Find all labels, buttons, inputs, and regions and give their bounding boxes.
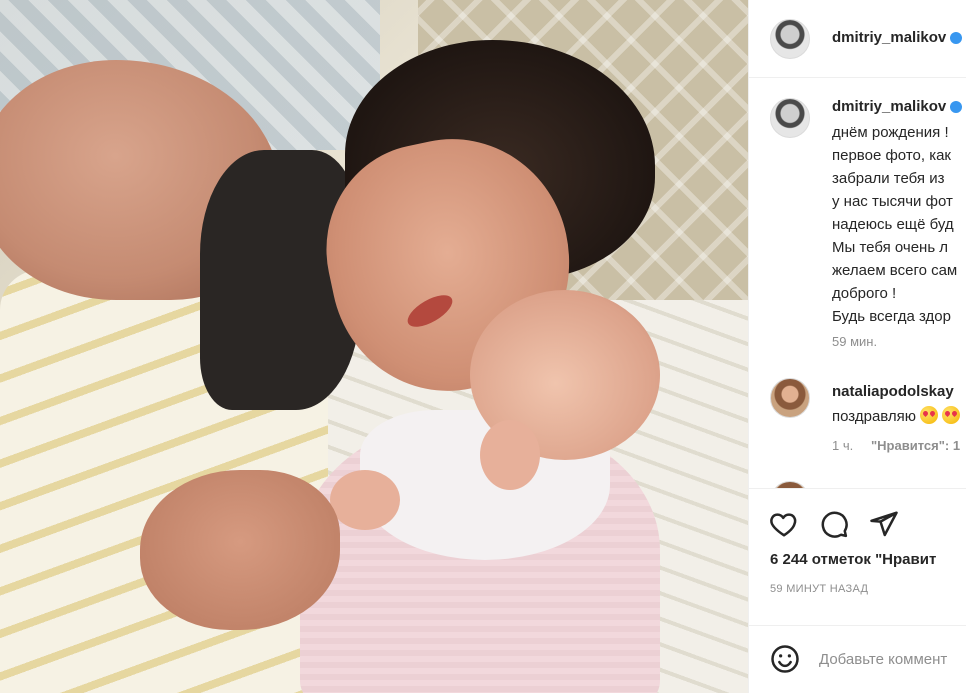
post-header: dmitriy_malikov: [749, 0, 966, 78]
author-username-text[interactable]: dmitriy_malikov: [832, 29, 946, 46]
heart-eyes-emoji-icon: [942, 406, 961, 424]
comment-text: поздравляю: [832, 406, 961, 425]
comment-input[interactable]: [819, 648, 966, 670]
caption-line: днём рождения !: [832, 124, 949, 141]
post-photo[interactable]: [0, 0, 748, 693]
likes-count[interactable]: 6 244 отметок "Нравит: [770, 551, 936, 568]
caption-line: Будь всегда здор: [832, 308, 951, 325]
author-username[interactable]: dmitriy_malikov: [832, 29, 963, 46]
caption-line: у нас тысячи фот: [832, 193, 953, 210]
caption-verified-badge-icon: [950, 101, 963, 114]
baby-fist-left: [330, 470, 400, 530]
caption-author-avatar[interactable]: [770, 98, 810, 138]
post-side-panel: dmitriy_malikov dmitriy_malikov днём рож…: [748, 0, 966, 693]
next-commenter-avatar[interactable]: [770, 481, 810, 488]
post-actions: 6 244 отметок "Нравит 59 МИНУТ НАЗАД: [749, 488, 966, 613]
comment-time[interactable]: 1 ч.: [832, 438, 853, 453]
caption-time[interactable]: 59 мин.: [832, 334, 877, 349]
author-avatar[interactable]: [770, 19, 810, 59]
commenter-username[interactable]: nataliapodolskay: [832, 383, 954, 400]
emoji-picker-icon[interactable]: [770, 644, 800, 674]
comment-bubble-icon[interactable]: [819, 509, 849, 539]
caption-author-text[interactable]: dmitriy_malikov: [832, 98, 946, 115]
caption-line: желаем всего сам: [832, 262, 958, 279]
comment-likes[interactable]: "Нравится": 1: [871, 438, 960, 453]
baby-fist: [480, 420, 540, 490]
caption-line: надеюсь ещё буд: [832, 216, 954, 233]
heart-eyes-emoji-icon: [920, 406, 939, 424]
verified-badge-icon: [950, 32, 963, 45]
caption-line: первое фото, как: [832, 147, 951, 164]
comment-text-content: поздравляю: [832, 408, 917, 425]
caption-line: Мы тебя очень л: [832, 239, 949, 256]
add-comment-bar: [749, 625, 966, 693]
share-send-icon[interactable]: [869, 509, 899, 539]
caption-author[interactable]: dmitriy_malikov: [832, 98, 963, 115]
like-heart-icon[interactable]: [769, 509, 799, 539]
commenter-avatar[interactable]: [770, 378, 810, 418]
comments-list[interactable]: dmitriy_malikov днём рождения ! первое ф…: [749, 78, 966, 488]
post-timestamp[interactable]: 59 МИНУТ НАЗАД: [770, 583, 868, 595]
caption-line: доброго !: [832, 285, 897, 302]
man-hand: [140, 470, 340, 630]
caption-line: забрали тебя из: [832, 170, 945, 187]
